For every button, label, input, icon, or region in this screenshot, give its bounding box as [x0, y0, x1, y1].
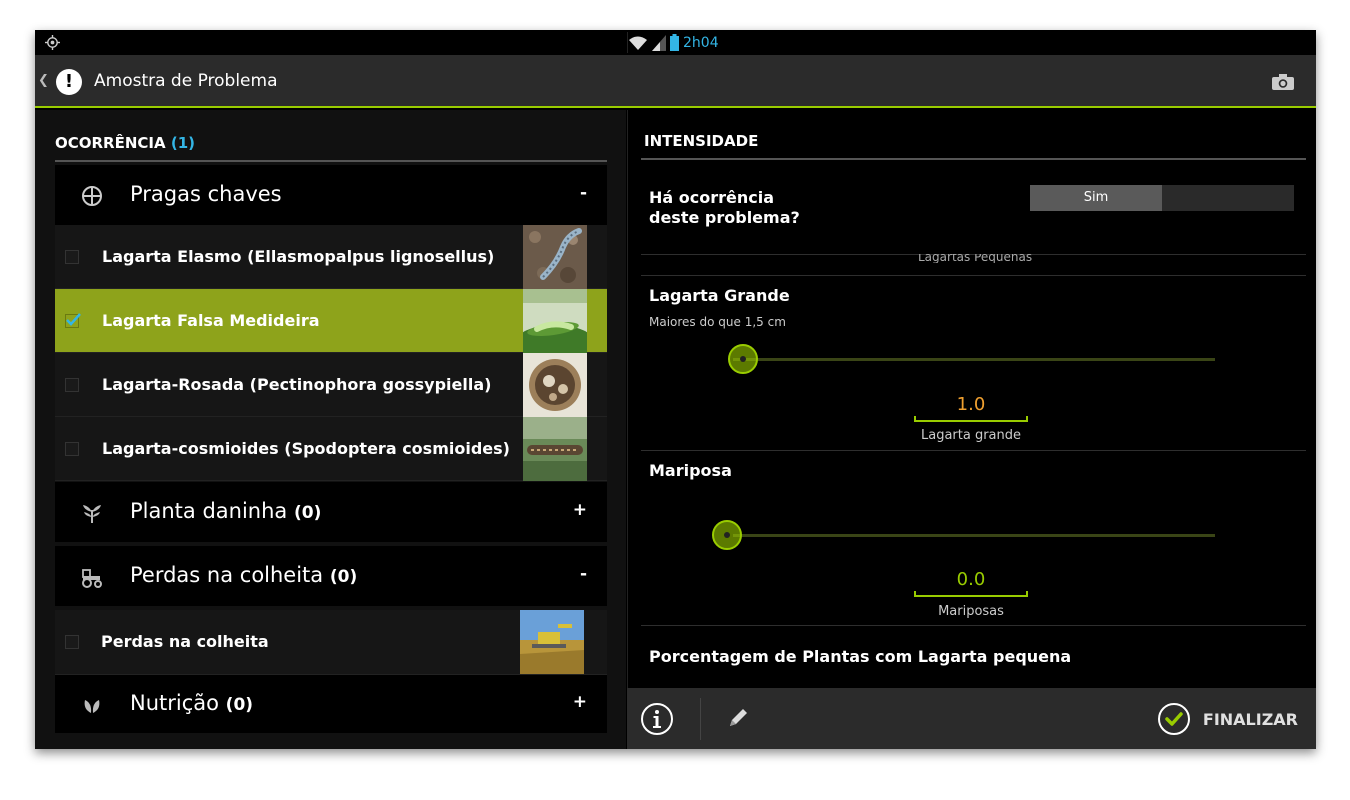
list-item-selected[interactable]: Lagarta Falsa Medideira	[55, 289, 607, 353]
value-underline	[914, 416, 1028, 422]
check-icon	[66, 313, 81, 326]
collapse-toggle[interactable]: -	[580, 183, 587, 203]
intensity-panel: INTENSIDADE Há ocorrência deste problema…	[627, 110, 1316, 688]
category-nutricao[interactable]: Nutrição (0) +	[55, 675, 607, 733]
mariposa-unit: Mariposas	[938, 604, 1004, 619]
finalizar-button[interactable]: FINALIZAR	[1157, 702, 1298, 736]
striped-caterpillar-photo	[523, 417, 587, 481]
bottom-bar: FINALIZAR	[627, 688, 1316, 749]
expand-toggle[interactable]: +	[573, 692, 587, 712]
collapse-toggle[interactable]: -	[580, 564, 587, 584]
occurrence-question: Há ocorrência deste problema?	[649, 188, 800, 227]
lagarta-grande-slider-track[interactable]	[733, 358, 1215, 361]
lagarta-grande-slider-thumb[interactable]	[728, 344, 758, 374]
alert-icon[interactable]: !	[56, 69, 82, 95]
divider	[641, 625, 1306, 626]
list-item[interactable]: Lagarta-Rosada (Pectinophora gossypiella…	[55, 353, 607, 417]
item-label: Perdas na colheita	[101, 632, 269, 651]
category-perdas-na-colheita[interactable]: Perdas na colheita (0) -	[55, 546, 607, 606]
category-count: (0)	[225, 695, 254, 715]
check-circle-icon	[1157, 703, 1190, 735]
tablet-screen: 2h04 ❮ ! Amostra de Problema OCORRÊNCIA …	[35, 30, 1316, 749]
occurrence-header: OCORRÊNCIA (1)	[55, 134, 196, 152]
separator	[700, 698, 701, 740]
item-label: Lagarta-cosmioides (Spodoptera cosmioide…	[102, 439, 510, 458]
list-item[interactable]: Lagarta-cosmioides (Spodoptera cosmioide…	[55, 417, 607, 481]
back-chevron-icon[interactable]: ❮	[38, 73, 49, 88]
category-label: Planta daninha	[130, 499, 288, 523]
checkbox[interactable]	[65, 378, 79, 392]
crosshair-icon	[82, 186, 102, 206]
action-bar: ❮ ! Amostra de Problema	[35, 55, 1316, 108]
mariposa-slider-thumb[interactable]	[712, 520, 742, 550]
lagarta-grande-subtitle: Maiores do que 1,5 cm	[649, 315, 786, 329]
finalizar-label: FINALIZAR	[1202, 709, 1298, 729]
occurrence-panel: OCORRÊNCIA (1) Pragas chaves - Lagarta E…	[35, 110, 626, 749]
cotton-boll-photo	[523, 353, 587, 417]
category-count: (0)	[329, 567, 358, 587]
mariposa-title: Mariposa	[649, 461, 732, 480]
list-item[interactable]: Perdas na colheita	[55, 610, 607, 675]
item-label: Lagarta Elasmo (Ellasmopalpus lignosellu…	[102, 247, 495, 266]
occurrence-toggle[interactable]: Sim	[1030, 185, 1294, 211]
page-title: Amostra de Problema	[94, 71, 278, 91]
tractor-icon	[82, 569, 102, 588]
divider	[55, 160, 607, 162]
battery-icon	[670, 34, 679, 51]
soil-caterpillar-photo	[523, 225, 587, 289]
harvester-photo	[520, 610, 584, 674]
category-label: Nutrição	[130, 691, 219, 715]
category-pragas-chaves[interactable]: Pragas chaves -	[55, 165, 607, 225]
weed-icon	[83, 505, 101, 523]
intensity-header: INTENSIDADE	[644, 132, 759, 150]
toggle-yes[interactable]: Sim	[1030, 185, 1162, 211]
lagarta-grande-unit: Lagarta grande	[920, 428, 1022, 443]
category-count: (0)	[293, 503, 322, 523]
list-item[interactable]: Lagarta Elasmo (Ellasmopalpus lignosellu…	[55, 225, 607, 289]
expand-toggle[interactable]: +	[573, 500, 587, 520]
camera-icon[interactable]	[1272, 74, 1294, 90]
checkbox[interactable]	[65, 442, 79, 456]
checkbox[interactable]	[65, 635, 79, 649]
item-label: Lagarta-Rosada (Pectinophora gossypiella…	[102, 375, 492, 394]
category-label: Perdas na colheita	[130, 563, 324, 587]
status-bar: 2h04	[35, 30, 1316, 55]
category-planta-daninha[interactable]: Planta daninha (0) +	[55, 482, 607, 542]
lagarta-grande-value[interactable]: 1.0	[914, 394, 1028, 415]
lagarta-grande-title: Lagarta Grande	[649, 286, 790, 305]
percent-plants-title: Porcentagem de Plantas com Lagarta peque…	[649, 647, 1072, 666]
lagartas-pequenas-unit: Lagartas Pequenas	[918, 254, 1033, 263]
occurrence-count: (1)	[170, 134, 196, 152]
divider	[641, 450, 1306, 451]
checkbox-checked[interactable]	[65, 313, 81, 328]
mariposa-slider-track[interactable]	[733, 534, 1215, 537]
info-icon[interactable]	[640, 702, 674, 736]
pencil-icon[interactable]	[727, 707, 749, 729]
location-icon	[45, 35, 60, 50]
checkbox[interactable]	[65, 250, 79, 264]
signal-icon	[652, 34, 666, 51]
green-caterpillar-photo	[523, 289, 587, 353]
divider	[641, 158, 1306, 160]
divider	[641, 275, 1306, 276]
mariposa-value[interactable]: 0.0	[914, 569, 1028, 590]
clock: 2h04	[683, 34, 719, 51]
wifi-icon	[629, 36, 647, 50]
value-underline	[914, 591, 1028, 597]
category-label: Pragas chaves	[130, 182, 282, 206]
leaves-icon	[84, 700, 100, 713]
item-label: Lagarta Falsa Medideira	[102, 311, 320, 330]
